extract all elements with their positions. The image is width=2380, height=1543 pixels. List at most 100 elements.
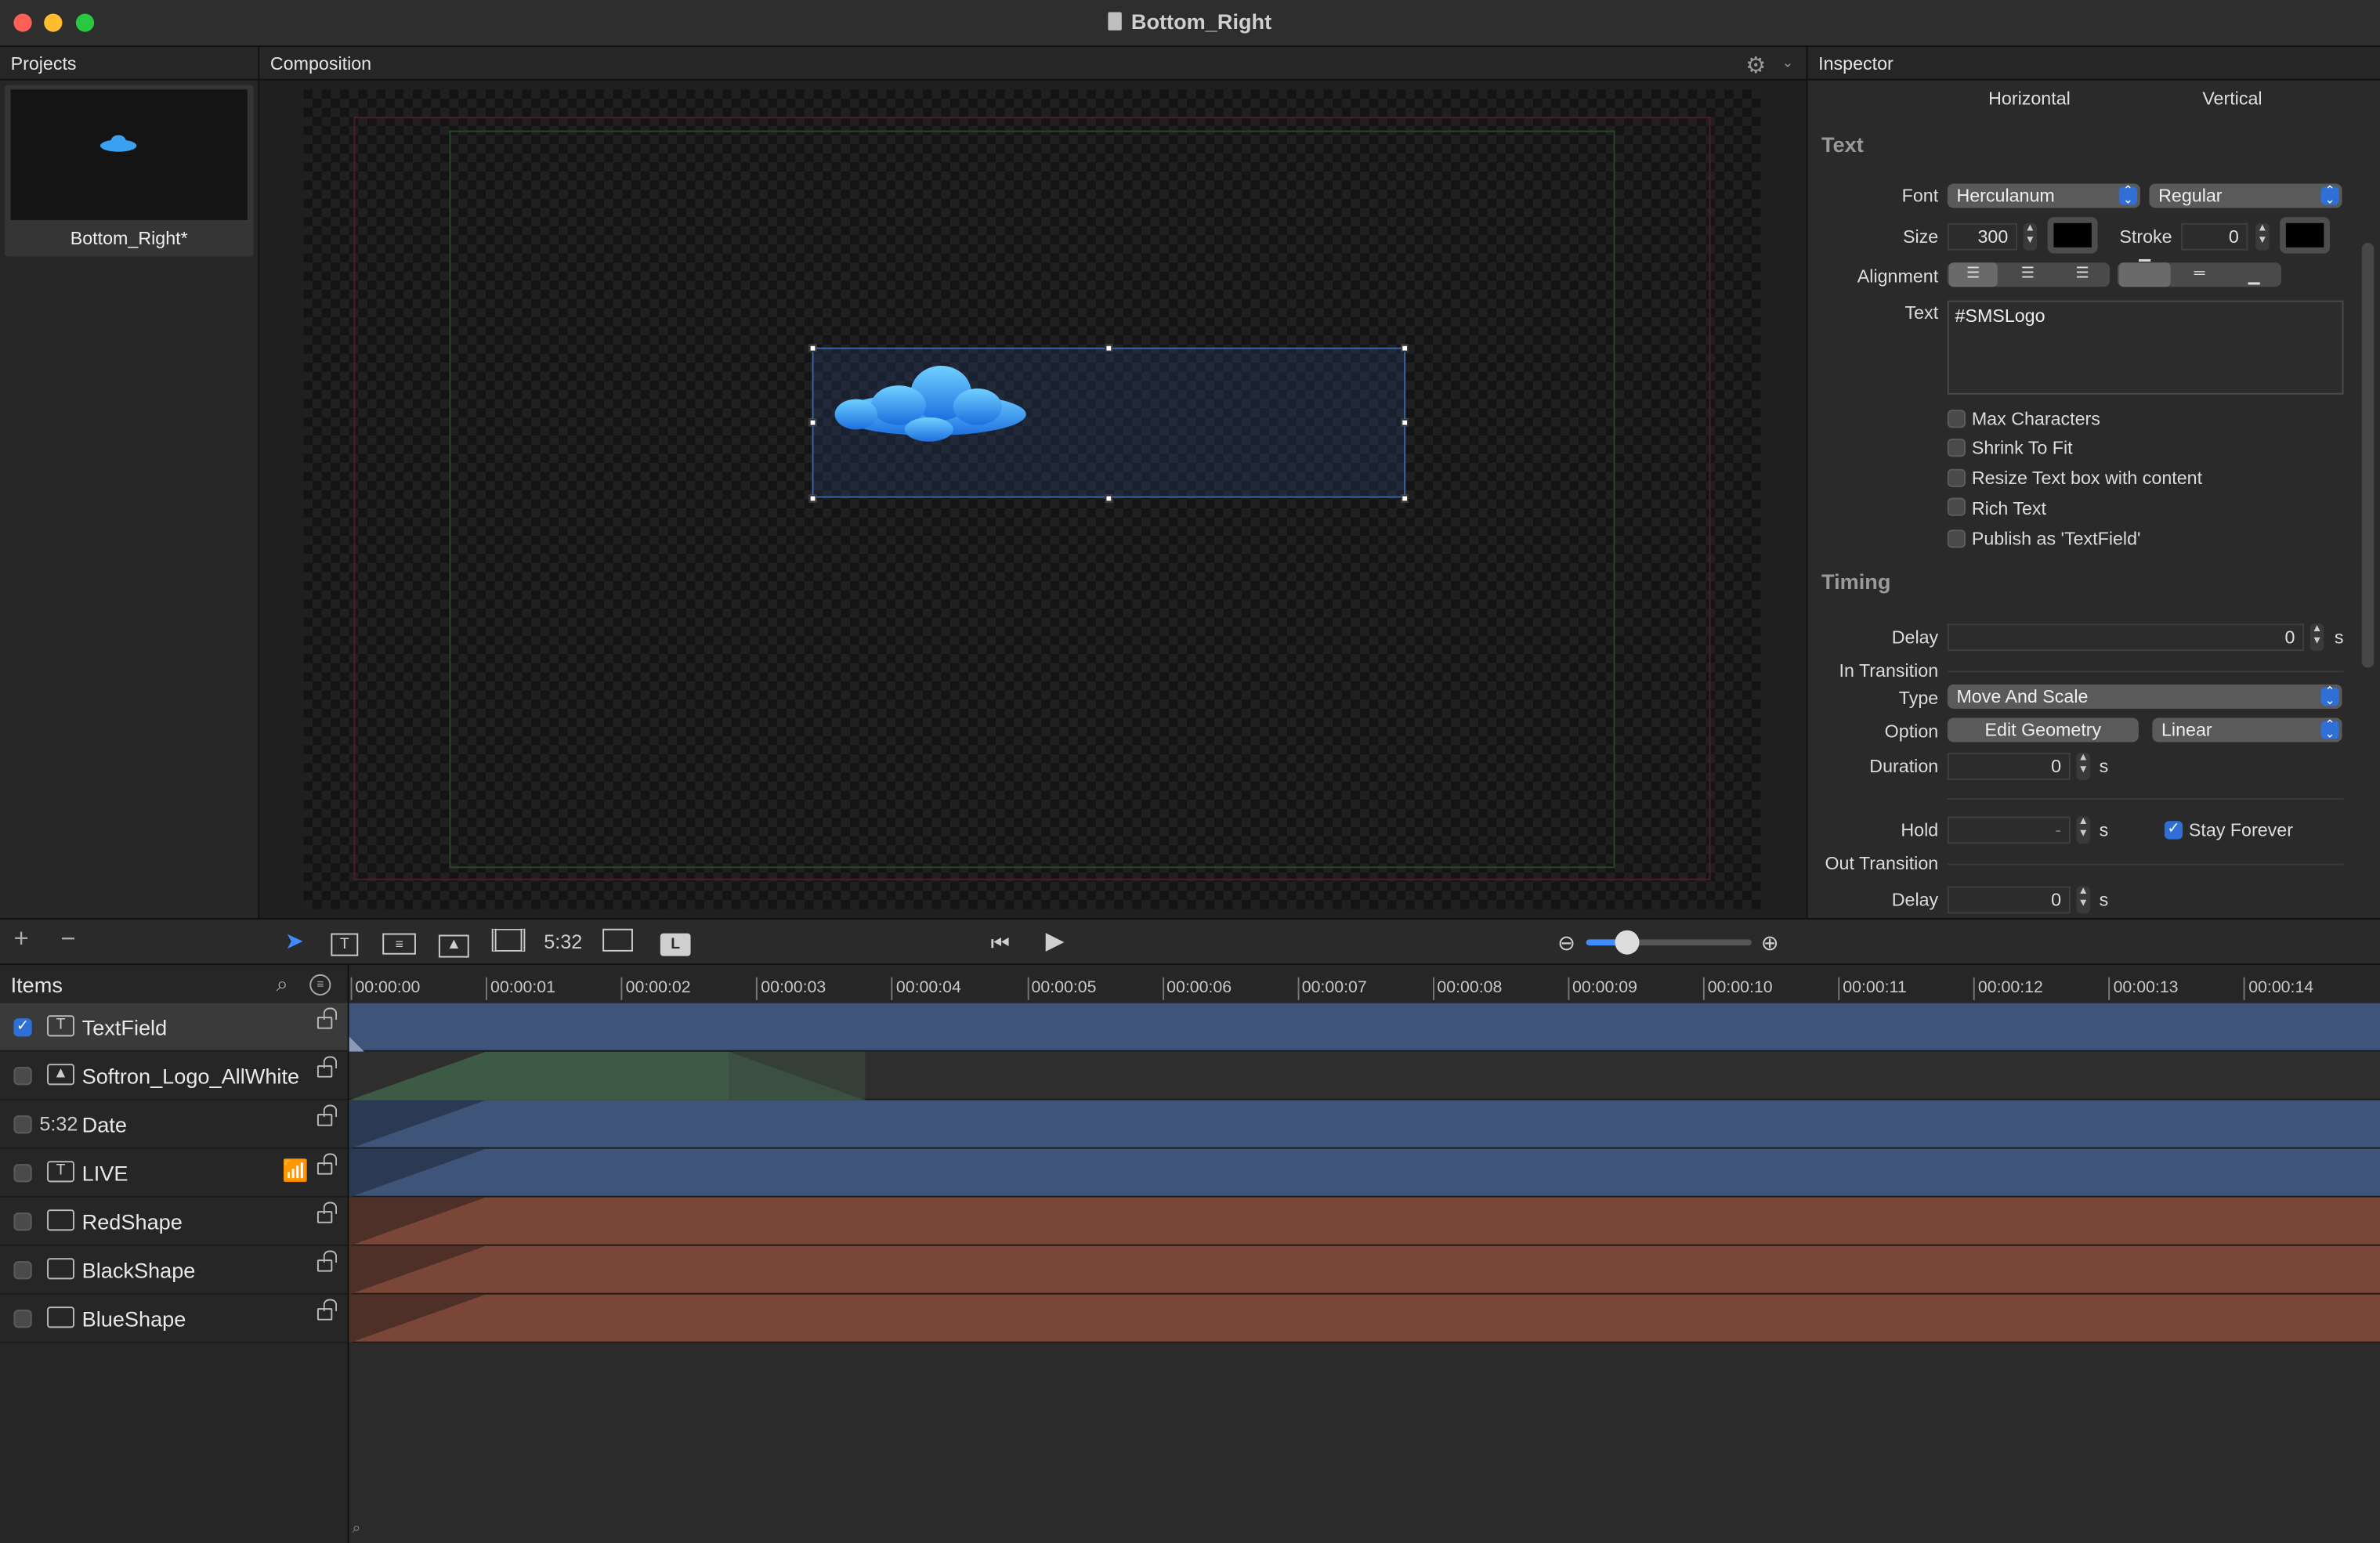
zoom-slider-knob[interactable] xyxy=(1615,930,1640,955)
item-row-redshape[interactable]: RedShape xyxy=(0,1198,348,1246)
visibility-checkbox[interactable]: ✓ xyxy=(13,1018,32,1037)
duration-stepper[interactable]: ▲ ▼ xyxy=(2076,753,2090,780)
align-middle-icon[interactable]: ═ xyxy=(2174,262,2226,287)
stroke-field[interactable]: 0 xyxy=(2181,222,2248,251)
gear-icon[interactable]: ⚙ xyxy=(1745,52,1766,79)
lock-icon[interactable] xyxy=(316,1104,338,1126)
zoom-out-icon[interactable]: ⊖ xyxy=(1550,929,1583,956)
item-row-blackshape[interactable]: BlackShape xyxy=(0,1246,348,1295)
zoom-in-icon[interactable]: ⊕ xyxy=(1753,929,1787,956)
inspector-scrollbar[interactable] xyxy=(2361,243,2375,668)
tab-vertical[interactable]: Vertical xyxy=(2202,88,2262,109)
image-tool-icon[interactable]: ▲ xyxy=(437,929,471,958)
visibility-checkbox[interactable] xyxy=(13,1261,32,1280)
item-row-blueshape[interactable]: BlueShape xyxy=(0,1295,348,1343)
item-row-date[interactable]: 5:32 Date xyxy=(0,1100,348,1149)
text-color-swatch[interactable] xyxy=(2047,217,2098,254)
align-right-icon[interactable]: ☰ xyxy=(2058,262,2107,287)
play-icon[interactable]: ▶ xyxy=(1038,929,1072,956)
resize-handle[interactable] xyxy=(808,494,817,503)
ruler-label: 00:00:07 xyxy=(1301,978,1367,997)
add-project-button[interactable]: + xyxy=(13,924,28,955)
track-date[interactable] xyxy=(349,1100,2380,1149)
hold-stepper[interactable]: ▲ ▼ xyxy=(2076,816,2090,844)
zoom-slider[interactable] xyxy=(1586,930,1752,955)
resize-handle[interactable] xyxy=(808,344,817,352)
out-delay-stepper[interactable]: ▲ ▼ xyxy=(2076,886,2090,914)
publish-textfield-checkbox[interactable] xyxy=(1947,529,1966,548)
out-delay-field[interactable]: 0 xyxy=(1947,886,2071,914)
track-softron-logo[interactable] xyxy=(349,1051,2380,1100)
shape-tool-icon[interactable] xyxy=(601,928,635,956)
chevron-down-icon[interactable]: ⌄ xyxy=(1782,55,1794,71)
delay-field[interactable]: 0 xyxy=(1947,623,2305,652)
resize-handle[interactable] xyxy=(1401,418,1409,427)
edit-geometry-button[interactable]: Edit Geometry xyxy=(1947,717,2139,743)
hold-field[interactable]: - xyxy=(1947,816,2071,844)
easing-popup[interactable]: Linear ⌃ ⌄ xyxy=(2152,717,2342,743)
selection-tool-icon[interactable]: ➤ xyxy=(278,929,312,956)
font-style-popup[interactable]: Regular ⌃ ⌄ xyxy=(2149,183,2342,208)
project-item[interactable]: Bottom_Right* xyxy=(4,85,254,257)
resize-handle[interactable] xyxy=(1401,494,1409,503)
delay-stepper[interactable]: ▲ ▼ xyxy=(2309,623,2324,652)
visibility-checkbox[interactable] xyxy=(13,1115,32,1134)
resize-handle[interactable] xyxy=(1105,494,1113,503)
search-icon[interactable]: ⌕ xyxy=(277,971,288,997)
transition-type-popup[interactable]: Move And Scale ⌃ ⌄ xyxy=(1947,684,2342,709)
divider xyxy=(1947,670,2344,673)
stroke-color-swatch[interactable] xyxy=(2280,217,2331,254)
ruler-label: 00:00:13 xyxy=(2113,978,2179,997)
lock-icon[interactable] xyxy=(316,1250,338,1272)
remove-project-button[interactable]: − xyxy=(61,924,76,955)
resize-handle[interactable] xyxy=(1105,344,1113,352)
resize-textbox-checkbox[interactable] xyxy=(1947,468,1966,487)
track-textfield[interactable] xyxy=(349,1003,2380,1052)
resize-handle[interactable] xyxy=(1401,344,1409,352)
track-blackshape[interactable] xyxy=(349,1245,2380,1295)
align-top-icon[interactable]: ▔ xyxy=(2118,262,2171,287)
size-stepper[interactable]: ▲ ▼ xyxy=(2023,222,2038,251)
align-bottom-icon[interactable]: ▁ xyxy=(2228,262,2280,287)
size-field[interactable]: 300 xyxy=(1947,222,2017,251)
filter-icon[interactable]: ≡ xyxy=(309,974,331,996)
visibility-checkbox[interactable] xyxy=(13,1212,32,1231)
track-redshape[interactable] xyxy=(349,1197,2380,1246)
selected-textfield-box[interactable] xyxy=(812,347,1406,498)
timeline-search-icon[interactable]: ⌕ xyxy=(353,1520,361,1537)
duration-field[interactable]: 0 xyxy=(1947,753,2071,780)
tab-horizontal[interactable]: Horizontal xyxy=(1988,88,2071,109)
align-center-icon[interactable]: ☰ xyxy=(2004,262,2053,287)
resize-handle[interactable] xyxy=(808,418,817,427)
visibility-checkbox[interactable] xyxy=(13,1067,32,1086)
scrolling-text-tool-icon[interactable]: ≡ xyxy=(382,929,416,956)
visibility-checkbox[interactable] xyxy=(13,1164,32,1183)
shrink-to-fit-checkbox[interactable] xyxy=(1947,438,1966,457)
item-row-live[interactable]: T LIVE 📶 xyxy=(0,1149,348,1198)
text-content-field[interactable]: #SMSLogo xyxy=(1947,300,2344,395)
rich-text-checkbox[interactable] xyxy=(1947,497,1966,516)
l-tool-icon[interactable]: L xyxy=(659,929,693,956)
track-live[interactable] xyxy=(349,1148,2380,1198)
lock-icon[interactable] xyxy=(316,1007,338,1029)
max-characters-checkbox[interactable] xyxy=(1947,410,1966,428)
track-blueshape[interactable] xyxy=(349,1294,2380,1343)
stay-forever-checkbox[interactable]: ✓ xyxy=(2164,821,2183,840)
video-tool-icon[interactable] xyxy=(491,928,526,956)
vertical-alignment-control[interactable]: ▔ ═ ▁ xyxy=(2117,262,2282,287)
clock-tool-icon[interactable]: 5:32 xyxy=(544,929,583,956)
visibility-checkbox[interactable] xyxy=(13,1310,32,1328)
text-tool-icon[interactable]: T xyxy=(328,929,362,956)
skip-to-start-icon[interactable]: ⏮ xyxy=(984,929,1018,956)
font-popup[interactable]: Herculanum ⌃ ⌄ xyxy=(1947,183,2140,208)
composition-canvas[interactable] xyxy=(303,89,1761,909)
lock-icon[interactable] xyxy=(316,1153,338,1175)
stroke-stepper[interactable]: ▲ ▼ xyxy=(2255,222,2270,251)
align-left-icon[interactable]: ☰ xyxy=(1948,262,1998,287)
lock-icon[interactable] xyxy=(316,1056,338,1078)
item-row-textfield[interactable]: ✓ T TextField xyxy=(0,1003,348,1052)
item-row-softron-logo[interactable]: ▲ Softron_Logo_AllWhite xyxy=(0,1052,348,1100)
lock-icon[interactable] xyxy=(316,1299,338,1321)
horizontal-alignment-control[interactable]: ☰ ☰ ☰ xyxy=(1947,262,2111,287)
lock-icon[interactable] xyxy=(316,1202,338,1223)
